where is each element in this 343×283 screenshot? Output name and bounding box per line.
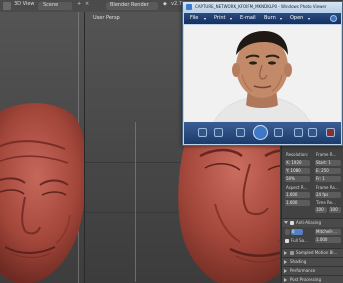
aa-samples-5[interactable] xyxy=(285,229,290,235)
photo-display-area xyxy=(184,25,341,122)
collapsed-triangle-icon xyxy=(284,260,287,264)
aa-samples-8[interactable]: 8 xyxy=(291,229,303,235)
zoom-icon[interactable] xyxy=(198,128,207,137)
scene-label: Scene xyxy=(43,2,59,8)
chevron-down-icon: ▾ xyxy=(308,16,311,21)
rotate-left-icon[interactable] xyxy=(294,128,303,137)
previous-icon[interactable] xyxy=(236,128,245,137)
motion-blur-checkbox[interactable] xyxy=(290,251,294,255)
menu-print[interactable]: Print xyxy=(214,15,226,21)
photo-viewer-title: CAPTURE_NETWORK_KFOIFM_MKNDKLP0 - Window… xyxy=(195,4,327,9)
render-engine-label: Blender Render xyxy=(110,2,149,8)
menu-email[interactable]: E-mail xyxy=(240,15,256,21)
full-sample-checkbox[interactable] xyxy=(285,239,289,243)
resolution-label: Resolution: xyxy=(286,152,309,157)
help-icon[interactable] xyxy=(330,15,337,22)
next-icon[interactable] xyxy=(274,128,283,137)
shading-label: Shading xyxy=(290,259,307,264)
resolution-percent-field[interactable]: 50% xyxy=(285,176,310,182)
fps-select[interactable]: 24 fps xyxy=(315,192,341,198)
editor-type-label[interactable]: 3D View xyxy=(14,1,35,7)
menu-open[interactable]: Open xyxy=(290,15,303,21)
frame-start-field[interactable]: Start: 1 xyxy=(315,160,341,166)
slideshow-play-icon[interactable] xyxy=(253,125,268,140)
motion-blur-section[interactable]: Sampled Motion Bl... xyxy=(282,248,343,257)
menu-burn[interactable]: Burn xyxy=(264,15,276,21)
performance-label: Performance xyxy=(290,268,316,273)
anti-aliasing-checkbox[interactable] xyxy=(290,221,294,225)
time-new-field[interactable]: 100 xyxy=(329,207,341,213)
photo-viewer-window: CAPTURE_NETWORK_KFOIFM_MKNDKLP0 - Window… xyxy=(182,1,343,146)
frame-end-field[interactable]: E: 250 xyxy=(315,168,341,174)
scene-selector[interactable]: Scene xyxy=(38,2,72,10)
aspect-ratio-label: Aspect R... xyxy=(286,185,308,190)
blender-logo-icon: ◆ xyxy=(163,1,167,7)
chevron-down-icon: ▾ xyxy=(280,16,283,21)
collapsed-triangle-icon xyxy=(284,251,289,255)
time-old-field[interactable]: 100 xyxy=(315,207,327,213)
expand-triangle-icon xyxy=(284,221,288,224)
chevron-down-icon: ▾ xyxy=(204,16,207,21)
performance-section[interactable]: Performance xyxy=(282,266,343,275)
photo-viewer-menu-bar: File ▾ Print ▾ E-mail Burn ▾ Open ▾ xyxy=(184,13,341,24)
sculpted-head-left xyxy=(0,103,84,283)
full-sample-label: Full Sa... xyxy=(291,238,308,243)
anti-aliasing-label: Anti-Aliasing xyxy=(296,220,321,225)
aspect-x-field[interactable]: 1.000 xyxy=(285,192,310,198)
rotate-right-icon[interactable] xyxy=(308,128,317,137)
editor-type-icon[interactable] xyxy=(3,2,11,10)
delete-icon[interactable] xyxy=(326,128,335,137)
grid-axis-line xyxy=(135,122,136,282)
aspect-y-field[interactable]: 1.000 xyxy=(285,200,310,206)
shading-section[interactable]: Shading xyxy=(282,257,343,266)
render-engine-select[interactable]: Blender Render xyxy=(106,2,158,10)
viewport-view-label: User Persp xyxy=(93,15,120,21)
photo-viewer-app-icon xyxy=(186,4,192,10)
time-remapping-label: Time Re... xyxy=(316,200,336,205)
aa-filter-size-field[interactable]: 1.000 xyxy=(315,237,341,243)
reference-face-photo xyxy=(184,25,341,122)
add-scene-icon[interactable]: + xyxy=(77,1,81,7)
collapsed-triangle-icon xyxy=(284,278,287,282)
frame-rate-label: Frame Ra... xyxy=(316,185,339,190)
post-processing-section[interactable]: Post Processing xyxy=(282,275,343,283)
resolution-x-field[interactable]: X: 1920 xyxy=(285,160,310,166)
menu-file[interactable]: File xyxy=(190,15,198,21)
post-processing-label: Post Processing xyxy=(290,277,321,282)
aa-filter-select[interactable]: Mitchell-... xyxy=(315,229,341,235)
frame-range-label: Frame R... xyxy=(316,152,337,157)
motion-blur-label: Sampled Motion Bl... xyxy=(296,250,338,255)
frame-step-field[interactable]: Fr: 1 xyxy=(315,176,341,182)
actual-size-icon[interactable] xyxy=(214,128,223,137)
chevron-down-icon: ▾ xyxy=(230,16,233,21)
anti-aliasing-section[interactable]: Anti-Aliasing xyxy=(282,218,343,227)
left-3d-viewport[interactable] xyxy=(0,12,85,283)
resolution-y-field[interactable]: Y: 1080 xyxy=(285,168,310,174)
collapsed-triangle-icon xyxy=(284,269,287,273)
photo-viewer-toolbar xyxy=(184,122,341,144)
photo-viewer-titlebar[interactable]: CAPTURE_NETWORK_KFOIFM_MKNDKLP0 - Window… xyxy=(183,2,342,12)
remove-scene-icon[interactable]: × xyxy=(85,1,89,7)
render-properties-panel: Resolution: Frame R... X: 1920 Start: 1 … xyxy=(281,140,343,283)
